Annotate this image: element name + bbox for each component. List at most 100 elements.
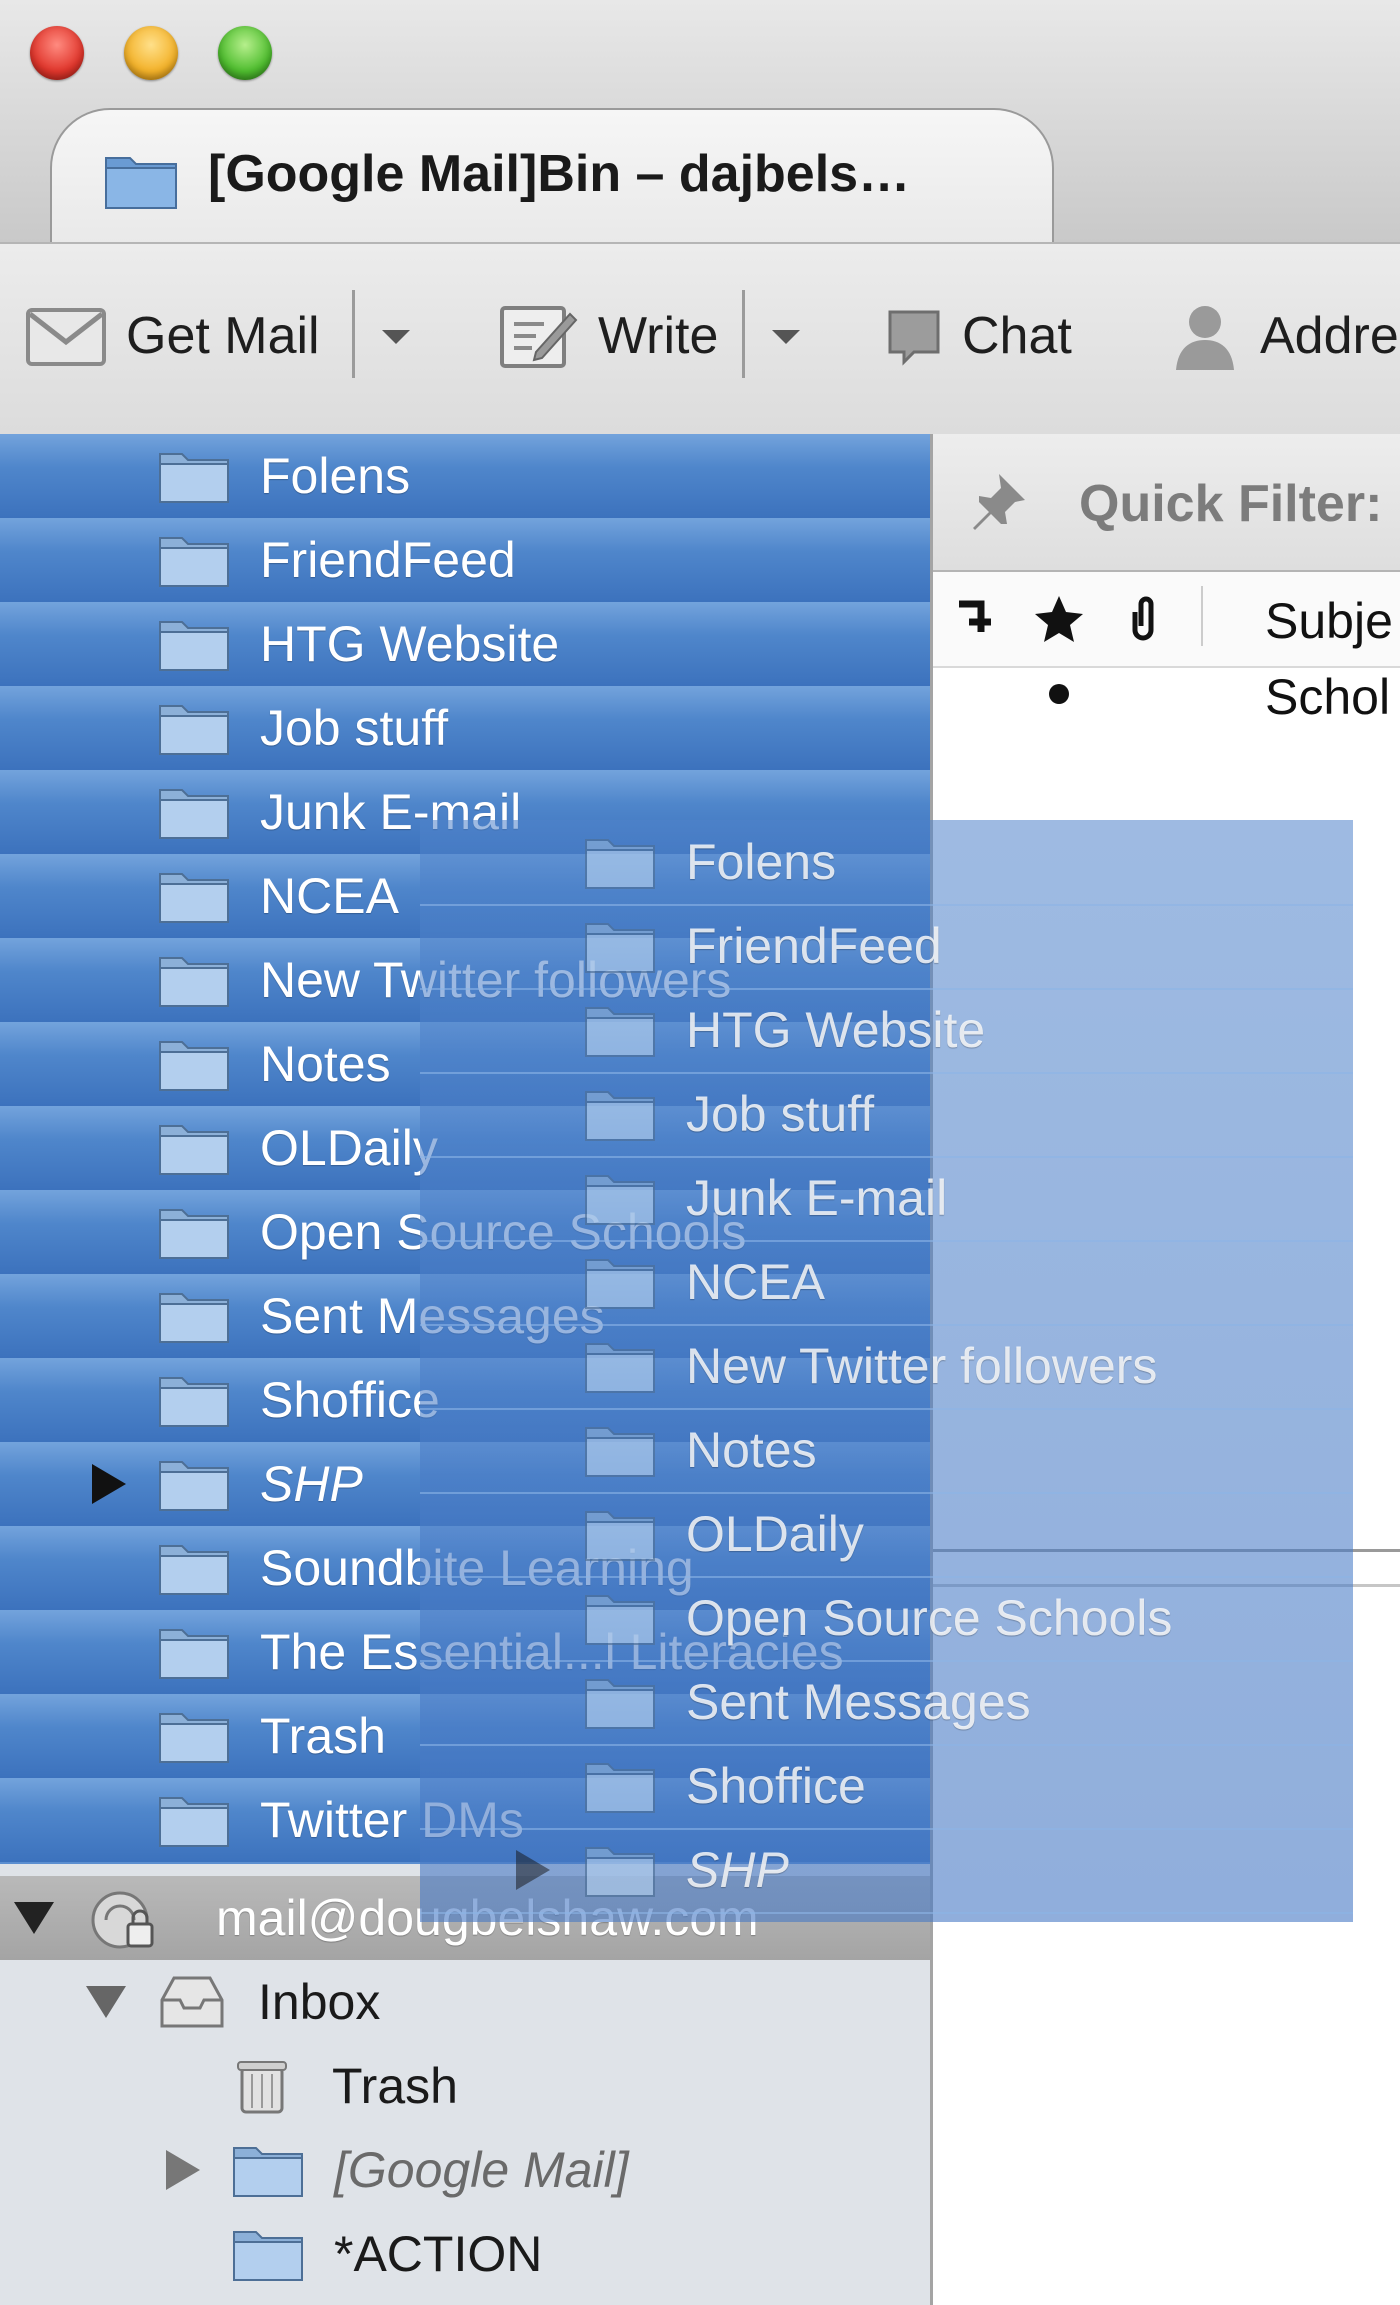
chat-label: Chat [962, 307, 1072, 365]
expand-triangle-icon[interactable] [166, 2150, 200, 2190]
toolbar-separator [352, 290, 355, 378]
folder-label: OLDaily [260, 1120, 438, 1176]
folder-label: NCEA [260, 868, 399, 924]
ghost-folder-item: Sent Messages [420, 1660, 1353, 1746]
folder-label: FriendFeed [260, 532, 516, 588]
quick-filter-bar: Quick Filter: [933, 434, 1400, 572]
ghost-folder-item: New Twitter followers [420, 1324, 1353, 1410]
folder-icon [159, 453, 229, 503]
ghost-folder-label: OLDaily [686, 1506, 864, 1562]
unread-dot-icon [1049, 684, 1069, 704]
ghost-folder-item: Shoffice [420, 1744, 1353, 1830]
ghost-folder-label: Open Source Schools [686, 1590, 1173, 1646]
folder-icon [585, 1427, 655, 1477]
folder-item-google-mail[interactable]: [Google Mail] [0, 2128, 930, 2212]
folder-item-trash[interactable]: Trash [0, 2044, 930, 2128]
folder-icon [159, 1293, 229, 1343]
ghost-folder-item: SHP [420, 1828, 1353, 1914]
folder-item[interactable]: Folens [0, 434, 930, 520]
folder-item-inbox[interactable]: Inbox [0, 1960, 930, 2044]
collapse-triangle-icon[interactable] [86, 1986, 126, 2018]
ghost-folder-label: Notes [686, 1422, 817, 1478]
ghost-folder-label: SHP [686, 1842, 789, 1898]
folder-item[interactable]: Job stuff [0, 686, 930, 772]
message-row-subject[interactable]: Schol [1265, 668, 1390, 726]
ghost-folder-item: Folens [420, 820, 1353, 906]
ghost-folder-item: OLDaily [420, 1492, 1353, 1578]
ghost-folder-label: HTG Website [686, 1002, 986, 1058]
folder-icon [159, 1125, 229, 1175]
folder-icon [585, 1847, 655, 1897]
close-window-button[interactable] [30, 26, 84, 80]
ghost-folder-item: Notes [420, 1408, 1353, 1494]
expand-triangle-icon[interactable] [92, 1464, 126, 1504]
chat-button[interactable]: Chat [884, 296, 1072, 376]
trash-can-icon [237, 2061, 287, 2114]
folder-label: Trash [260, 1708, 386, 1764]
folder-label: Trash [332, 2058, 458, 2114]
pin-icon[interactable] [969, 470, 1029, 530]
folder-icon [159, 789, 229, 839]
ghost-folder-item: Job stuff [420, 1072, 1353, 1158]
attachment-icon[interactable] [1123, 592, 1163, 646]
folder-label: Folens [260, 448, 411, 504]
folder-icon [159, 1629, 229, 1679]
folder-icon [585, 923, 655, 973]
ghost-folder-item: NCEA [420, 1240, 1353, 1326]
thread-icon[interactable] [953, 594, 1001, 644]
collapse-triangle-icon[interactable] [14, 1902, 54, 1934]
folder-icon [159, 1713, 229, 1763]
folder-label: [Google Mail] [334, 2142, 629, 2198]
folder-label: Job stuff [260, 700, 449, 756]
get-mail-dropdown-icon[interactable] [382, 330, 410, 344]
folder-label: SHP [260, 1456, 363, 1512]
folder-icon [159, 621, 229, 671]
ghost-folder-item: Junk E-mail [420, 1156, 1353, 1242]
folder-item-action[interactable]: *ACTION [0, 2212, 930, 2296]
folder-label: *ACTION [334, 2226, 543, 2282]
write-button[interactable]: Write [496, 296, 718, 376]
folder-label: Inbox [258, 1974, 381, 2030]
drag-ghost: Folens FriendFeed HTG Website Job stuff … [420, 820, 1353, 1922]
ghost-folder-label: Junk E-mail [686, 1170, 948, 1226]
folder-icon [585, 1091, 655, 1141]
star-icon[interactable] [1033, 594, 1085, 644]
folder-icon [585, 1259, 655, 1309]
quick-filter-label: Quick Filter: [1079, 475, 1383, 533]
folder-icon [585, 1595, 655, 1645]
get-mail-button[interactable]: Get Mail [24, 296, 320, 376]
folder-icon [585, 1679, 655, 1729]
folder-item[interactable]: HTG Website [0, 602, 930, 688]
ghost-folder-label: Shoffice [686, 1758, 866, 1814]
subject-column-header[interactable]: Subje [1265, 592, 1393, 650]
folder-icon [233, 2147, 303, 2197]
expand-triangle-icon [516, 1850, 550, 1890]
title-bar: [Google Mail]Bin – dajbels… [0, 0, 1400, 244]
folder-icon [159, 705, 229, 755]
folder-icon [159, 1041, 229, 1091]
minimize-window-button[interactable] [124, 26, 178, 80]
folder-icon [105, 157, 177, 209]
folder-icon [159, 873, 229, 923]
folder-icon [585, 1511, 655, 1561]
ghost-folder-label: NCEA [686, 1254, 825, 1310]
ghost-folder-label: New Twitter followers [686, 1338, 1158, 1394]
ghost-folder-label: Sent Messages [686, 1674, 1031, 1730]
zoom-window-button[interactable] [218, 26, 272, 80]
column-separator [1201, 586, 1203, 646]
get-mail-label: Get Mail [126, 307, 320, 365]
address-book-button[interactable]: Addre [1168, 296, 1399, 376]
folder-icon [159, 1797, 229, 1847]
folder-label: Shoffice [260, 1372, 440, 1428]
column-header: Subje [933, 572, 1400, 668]
folder-item[interactable]: FriendFeed [0, 518, 930, 604]
write-dropdown-icon[interactable] [772, 330, 800, 344]
folder-icon [585, 1007, 655, 1057]
folder-icon [159, 957, 229, 1007]
folder-icon [585, 1763, 655, 1813]
chat-bubble-icon [888, 310, 940, 366]
folder-icon [159, 1461, 229, 1511]
address-book-label: Addre [1260, 307, 1399, 365]
ghost-folder-label: Job stuff [686, 1086, 875, 1142]
folder-label: HTG Website [260, 616, 560, 672]
